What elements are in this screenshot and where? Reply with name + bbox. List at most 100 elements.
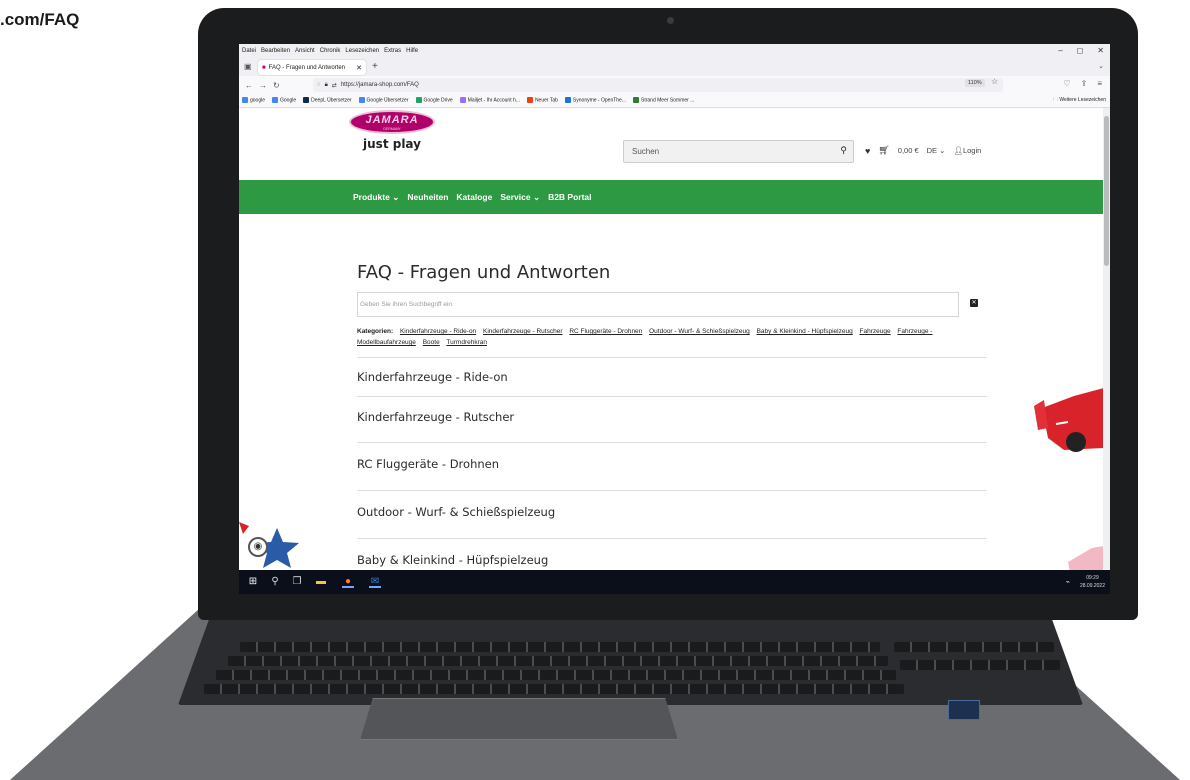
new-tab-button[interactable]: +: [372, 61, 378, 72]
faq-section-heading[interactable]: Outdoor - Wurf- & Schießspielzeug: [357, 505, 555, 519]
clear-search-icon[interactable]: ✕: [970, 299, 978, 307]
divider: [357, 357, 987, 358]
taskbar-clock[interactable]: 09:29 28.09.2022: [1080, 574, 1105, 590]
bookmark-item[interactable]: Google: [272, 97, 296, 104]
menu-bearbeiten[interactable]: Bearbeiten: [261, 48, 290, 54]
search-icon[interactable]: ⚲: [840, 145, 847, 156]
app-menu-icon[interactable]: ≡: [1097, 79, 1102, 88]
tab-overview-icon[interactable]: ▣: [244, 62, 252, 71]
menu-hilfe[interactable]: Hilfe: [406, 48, 418, 54]
nav-kataloge[interactable]: Kataloge: [456, 192, 492, 202]
tab-title: FAQ - Fragen und Antworten: [268, 64, 345, 71]
clock-date: 28.09.2022: [1079, 583, 1105, 589]
nav-b2b-portal[interactable]: B2B Portal: [548, 192, 591, 202]
category-link[interactable]: Boote: [423, 339, 440, 346]
login-link[interactable]: 👤︎Login: [953, 146, 981, 155]
menu-lesezeichen[interactable]: Lesezeichen: [345, 48, 379, 54]
lock-icon: 🔒︎: [324, 81, 328, 88]
wishlist-heart-icon[interactable]: ♥: [865, 146, 870, 156]
more-bookmarks-folder[interactable]: 🗀︎ Weitere Lesezeichen: [1053, 97, 1106, 105]
faq-section-heading[interactable]: RC Fluggeräte - Drohnen: [357, 457, 499, 471]
page-scrollbar[interactable]: [1103, 108, 1110, 570]
back-icon[interactable]: ←: [245, 81, 253, 90]
tab-favicon-icon: ■: [262, 64, 266, 71]
nav-toolbar: ← → ↻ ◌ 🔒︎ ⇄ https://jamara-shop.com/FAQ…: [239, 76, 1110, 94]
faq-section-heading[interactable]: Kinderfahrzeuge - Rutscher: [357, 410, 514, 424]
menu-ansicht[interactable]: Ansicht: [295, 48, 315, 54]
page-title: FAQ - Fragen und Antworten: [357, 262, 611, 283]
page-url-caption: .com/FAQ: [0, 10, 80, 29]
zoom-level[interactable]: 110%: [965, 79, 985, 87]
tab-faq[interactable]: ■ FAQ - Fragen und Antworten ✕: [258, 60, 366, 75]
keyboard-row: [228, 656, 888, 666]
menu-datei[interactable]: Datei: [242, 48, 256, 54]
nav-produkte[interactable]: Produkte ⌄: [353, 192, 399, 203]
file-explorer-icon[interactable]: ▬: [315, 576, 327, 588]
cart-total[interactable]: 0,00 €: [898, 146, 919, 155]
site-search-input[interactable]: Suchen ⚲: [623, 140, 854, 163]
firefox-icon[interactable]: ●: [342, 576, 354, 588]
faq-section-heading[interactable]: Kinderfahrzeuge - Ride-on: [357, 370, 508, 384]
search-placeholder: Suchen: [632, 147, 660, 156]
logo-subtext: GERMANY: [383, 127, 401, 131]
share-icon[interactable]: ⇪: [1081, 79, 1088, 88]
bookmark-item[interactable]: Strand Meer Sommer ...: [633, 97, 694, 104]
website-viewport: JAMARA GERMANY just play Suchen ⚲ ♥ 🛒︎ 0…: [239, 108, 1103, 570]
address-bar[interactable]: ◌ 🔒︎ ⇄ https://jamara-shop.com/FAQ: [313, 78, 1003, 92]
category-link[interactable]: RC Fluggeräte - Drohnen: [569, 328, 642, 335]
pocket-icon[interactable]: ♡: [1063, 79, 1070, 88]
outlook-icon[interactable]: ✉: [369, 576, 381, 588]
bookmark-item[interactable]: Google Drive: [415, 97, 453, 104]
divider: [357, 442, 987, 443]
task-view-icon[interactable]: ❐: [291, 576, 303, 588]
category-link[interactable]: Outdoor - Wurf- & Schießspielzeug: [649, 328, 750, 335]
menu-extras[interactable]: Extras: [384, 48, 401, 54]
webcam: [667, 17, 674, 24]
pink-vehicle-image: [1068, 546, 1103, 570]
bookmark-star-icon[interactable]: ☆: [991, 77, 998, 86]
windows-start-icon[interactable]: ⊞: [247, 576, 259, 588]
faq-section-heading[interactable]: Baby & Kleinkind - Hüpfspielzeug: [357, 553, 548, 567]
cookie-settings-fingerprint-icon[interactable]: ◉: [248, 537, 268, 557]
divider: [357, 396, 987, 397]
bookmark-item[interactable]: DeepL Übersetzer: [303, 97, 352, 104]
tab-bar: ▣ ■ FAQ - Fragen und Antworten ✕ + ⌄: [239, 58, 1110, 76]
bookmark-item[interactable]: Neuer Tab: [526, 97, 558, 104]
tab-close-icon[interactable]: ✕: [356, 64, 362, 72]
category-link[interactable]: Turmdrehkran: [446, 339, 487, 346]
category-link[interactable]: Baby & Kleinkind - Hüpfspielzeug: [757, 328, 853, 335]
logo-wordmark: JAMARA: [365, 114, 419, 126]
bookmark-item[interactable]: Mailjet - Ihr Account h...: [459, 97, 520, 104]
close-icon[interactable]: ✕: [1097, 46, 1104, 55]
fingerprint-sensor: [948, 700, 980, 720]
keyboard-row: [204, 684, 904, 694]
search-icon[interactable]: ⚲: [269, 576, 281, 588]
laptop-screen: Datei Bearbeiten Ansicht Chronik Lesezei…: [239, 44, 1110, 594]
numpad-row: [894, 642, 1054, 652]
minimize-icon[interactable]: –: [1058, 46, 1062, 55]
nav-service[interactable]: Service ⌄: [500, 192, 540, 203]
category-link[interactable]: Kinderfahrzeuge - Rutscher: [483, 328, 563, 335]
bookmark-item[interactable]: Synonyme - OpenThe...: [564, 97, 626, 104]
bookmark-item[interactable]: google: [242, 97, 265, 104]
jamara-logo[interactable]: JAMARA GERMANY just play: [347, 110, 439, 158]
network-icon[interactable]: ⌁: [1066, 578, 1070, 586]
stage: .com/FAQ Datei Bearbeiten Ansicht Chroni…: [0, 0, 1190, 780]
forward-icon[interactable]: →: [259, 81, 267, 90]
keyboard-row: [216, 670, 896, 680]
reload-icon[interactable]: ↻: [273, 81, 280, 90]
scrollbar-thumb[interactable]: [1104, 116, 1109, 266]
language-select[interactable]: DE ⌄: [927, 146, 946, 155]
nav-neuheiten[interactable]: Neuheiten: [407, 192, 448, 202]
menu-chronik[interactable]: Chronik: [320, 48, 341, 54]
clock-time: 09:29: [1086, 575, 1099, 581]
maximize-icon[interactable]: ◻: [1077, 46, 1084, 55]
tab-list-icon[interactable]: ⌄: [1098, 62, 1104, 70]
user-icon: 👤︎: [953, 146, 963, 155]
faq-search-input[interactable]: Geben Sie ihren Suchbegriff ein: [357, 292, 959, 317]
category-link[interactable]: Fahrzeuge: [860, 328, 891, 335]
cart-icon[interactable]: 🛒︎: [878, 145, 889, 156]
divider: [357, 490, 987, 491]
bookmark-item[interactable]: Google Übersetzer: [358, 97, 409, 104]
category-link[interactable]: Kinderfahrzeuge - Ride-on: [400, 328, 476, 335]
